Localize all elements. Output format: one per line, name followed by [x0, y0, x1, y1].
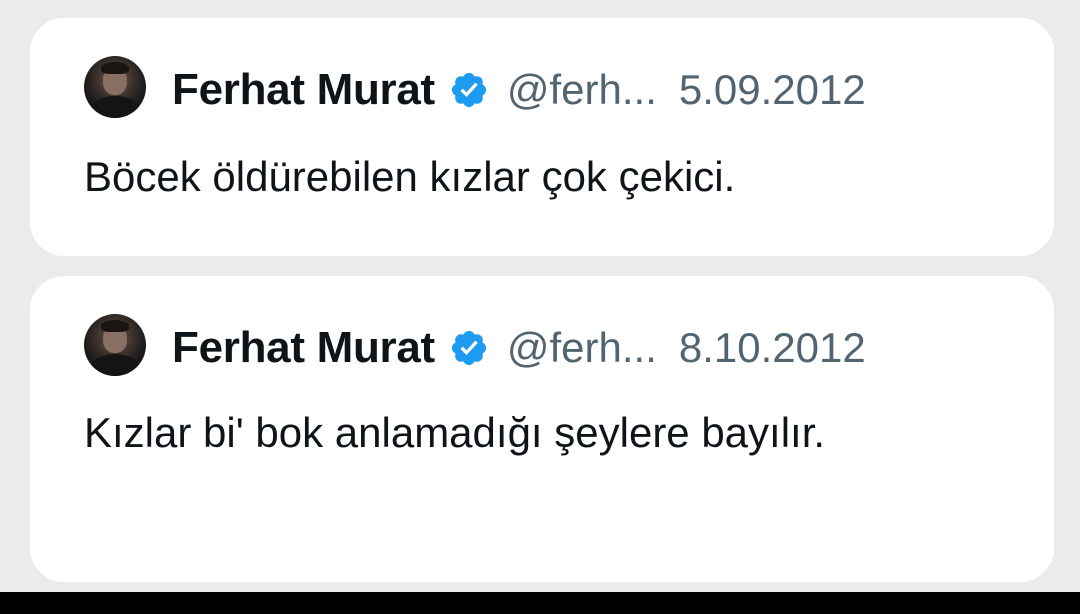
avatar-body	[90, 354, 140, 376]
author-name[interactable]: Ferhat Murat	[172, 65, 435, 115]
author-name[interactable]: Ferhat Murat	[172, 323, 435, 373]
tweet-card[interactable]: Ferhat Murat @ferh... 5.09.2012 Böcek öl…	[30, 18, 1054, 256]
author-handle[interactable]: @ferh...	[507, 324, 657, 372]
tweet-text: Kızlar bi' bok anlamadığı şeylere bayılı…	[84, 409, 826, 456]
tweet-card[interactable]: Ferhat Murat @ferh... 8.10.2012 Kızlar b…	[30, 276, 1054, 582]
avatar[interactable]	[84, 314, 146, 376]
tweet-text: Böcek öldürebilen kızlar çok çekici.	[84, 153, 736, 200]
bottom-bar	[0, 592, 1080, 614]
tweet-date[interactable]: 8.10.2012	[679, 324, 866, 372]
verified-badge-icon	[451, 72, 486, 108]
author-handle[interactable]: @ferh...	[507, 66, 657, 114]
tweet-date[interactable]: 5.09.2012	[679, 66, 866, 114]
tweet-header: Ferhat Murat @ferh... 5.09.2012	[172, 64, 866, 116]
avatar-body	[90, 96, 140, 118]
avatar-hair	[101, 320, 129, 332]
verified-badge-icon	[451, 330, 486, 366]
avatar[interactable]	[84, 56, 146, 118]
avatar-hair	[101, 62, 129, 74]
tweet-header: Ferhat Murat @ferh... 8.10.2012	[172, 322, 866, 374]
